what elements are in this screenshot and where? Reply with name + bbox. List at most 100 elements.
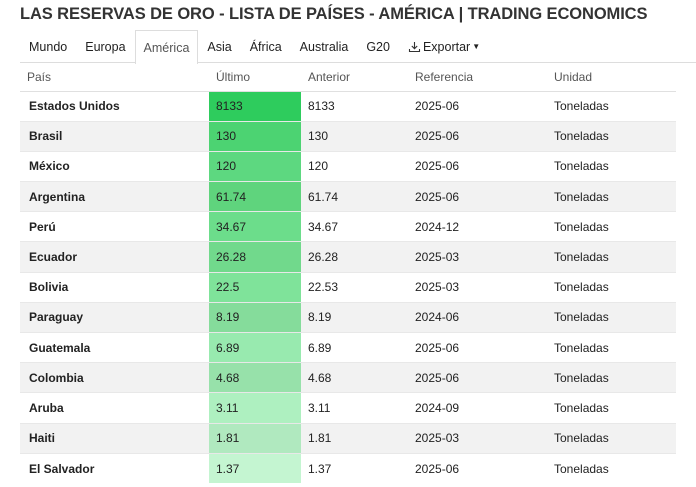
unit-cell: Toneladas	[547, 241, 676, 273]
unit-cell: Toneladas	[547, 271, 676, 303]
last-value-cell: 1.81	[209, 422, 301, 454]
reference-cell: 2025-06	[408, 150, 547, 182]
tab-africa[interactable]: África	[241, 30, 291, 62]
reference-cell: 2024-12	[408, 211, 547, 242]
previous-value-cell: 22.53	[301, 271, 408, 303]
last-value-cell: 4.68	[209, 362, 301, 393]
last-value-cell: 22.5	[209, 271, 301, 303]
last-value-cell: 8.19	[209, 301, 301, 333]
country-cell[interactable]: Bolivia	[20, 271, 209, 303]
country-cell[interactable]: Perú	[20, 211, 209, 242]
download-icon	[408, 41, 421, 52]
unit-cell: Toneladas	[547, 181, 676, 212]
table-row[interactable]: Aruba 3.11 3.11 2024-09 Toneladas	[20, 392, 676, 424]
tab-america[interactable]: América	[134, 30, 199, 64]
table-row[interactable]: Argentina 61.74 61.74 2025-06 Toneladas	[20, 181, 676, 212]
reference-cell: 2025-03	[408, 271, 547, 303]
table-row[interactable]: El Salvador 1.37 1.37 2025-06 Toneladas	[20, 452, 676, 484]
reference-cell: 2024-09	[408, 392, 547, 424]
table-header-row: País Último Anterior Referencia Unidad	[20, 63, 676, 92]
caret-down-icon: ▼	[472, 42, 481, 51]
unit-cell: Toneladas	[547, 211, 676, 242]
tab-label: Europa	[85, 39, 126, 54]
previous-value-cell: 4.68	[301, 362, 408, 393]
previous-value-cell: 1.37	[301, 452, 408, 484]
reference-cell: 2025-03	[408, 422, 547, 454]
region-tabs: Mundo Europa América Asia África Austral…	[20, 30, 696, 64]
unit-cell: Toneladas	[547, 422, 676, 454]
unit-cell: Toneladas	[547, 90, 676, 122]
country-cell[interactable]: Brasil	[20, 120, 209, 152]
tab-label: África	[249, 39, 282, 54]
table-row[interactable]: Ecuador 26.28 26.28 2025-03 Toneladas	[20, 241, 676, 273]
header-previous[interactable]: Anterior	[301, 63, 408, 92]
unit-cell: Toneladas	[547, 392, 676, 424]
table-row[interactable]: Perú 34.67 34.67 2024-12 Toneladas	[20, 211, 676, 242]
tab-label: Australia	[299, 39, 349, 54]
unit-cell: Toneladas	[547, 301, 676, 333]
reserves-table-container: País Último Anterior Referencia Unidad E…	[20, 63, 676, 484]
reference-cell: 2025-06	[408, 362, 547, 393]
country-cell[interactable]: El Salvador	[20, 452, 209, 484]
header-unit[interactable]: Unidad	[547, 63, 676, 92]
table-body: Estados Unidos 8133 8133 2025-06 Toneladas Br…	[20, 90, 676, 484]
country-cell[interactable]: Estados Unidos	[20, 90, 209, 122]
export-label: Exportar	[422, 39, 471, 54]
reference-cell: 2024-06	[408, 301, 547, 333]
table-row[interactable]: Haiti 1.81 1.81 2025-03 Toneladas	[20, 422, 676, 454]
country-cell[interactable]: Haiti	[20, 422, 209, 454]
country-cell[interactable]: Colombia	[20, 362, 209, 393]
table-row[interactable]: Paraguay 8.19 8.19 2024-06 Toneladas	[20, 301, 676, 333]
export-dropdown[interactable]: Exportar ▼	[399, 30, 489, 62]
tab-label: Asia	[207, 39, 232, 54]
previous-value-cell: 130	[301, 120, 408, 152]
country-cell[interactable]: Guatemala	[20, 331, 209, 363]
tab-g20[interactable]: G20	[357, 30, 399, 62]
table-row[interactable]: Brasil 130 130 2025-06 Toneladas	[20, 120, 676, 152]
unit-cell: Toneladas	[547, 452, 676, 484]
header-reference[interactable]: Referencia	[408, 63, 547, 92]
reference-cell: 2025-06	[408, 452, 547, 484]
unit-cell: Toneladas	[547, 150, 676, 182]
reference-cell: 2025-06	[408, 331, 547, 363]
previous-value-cell: 34.67	[301, 211, 408, 242]
previous-value-cell: 8.19	[301, 301, 408, 333]
tab-label: Mundo	[29, 39, 68, 54]
previous-value-cell: 61.74	[301, 181, 408, 212]
table-row[interactable]: Bolivia 22.5 22.53 2025-03 Toneladas	[20, 271, 676, 303]
previous-value-cell: 3.11	[301, 392, 408, 424]
last-value-cell: 120	[209, 150, 301, 182]
unit-cell: Toneladas	[547, 120, 676, 152]
reference-cell: 2025-06	[408, 120, 547, 152]
previous-value-cell: 8133	[301, 90, 408, 122]
header-country[interactable]: País	[20, 63, 209, 92]
reference-cell: 2025-06	[408, 181, 547, 212]
last-value-cell: 3.11	[209, 392, 301, 424]
country-cell[interactable]: Ecuador	[20, 241, 209, 273]
previous-value-cell: 1.81	[301, 422, 408, 454]
country-cell[interactable]: Paraguay	[20, 301, 209, 333]
country-cell[interactable]: Argentina	[20, 181, 209, 212]
tab-mundo[interactable]: Mundo	[20, 30, 76, 62]
last-value-cell: 26.28	[209, 241, 301, 273]
previous-value-cell: 26.28	[301, 241, 408, 273]
table-row[interactable]: Estados Unidos 8133 8133 2025-06 Toneladas	[20, 90, 676, 122]
last-value-cell: 1.37	[209, 452, 301, 484]
tab-asia[interactable]: Asia	[198, 30, 240, 62]
last-value-cell: 34.67	[209, 211, 301, 242]
country-cell[interactable]: México	[20, 150, 209, 182]
reference-cell: 2025-06	[408, 90, 547, 122]
tab-label: América	[143, 40, 190, 55]
reference-cell: 2025-03	[408, 241, 547, 273]
tab-australia[interactable]: Australia	[291, 30, 358, 62]
unit-cell: Toneladas	[547, 331, 676, 363]
tab-label: G20	[366, 39, 390, 54]
table-row[interactable]: Guatemala 6.89 6.89 2025-06 Toneladas	[20, 331, 676, 363]
previous-value-cell: 120	[301, 150, 408, 182]
tab-europa[interactable]: Europa	[76, 30, 134, 62]
header-last[interactable]: Último	[209, 63, 301, 92]
table-row[interactable]: México 120 120 2025-06 Toneladas	[20, 150, 676, 182]
table-row[interactable]: Colombia 4.68 4.68 2025-06 Toneladas	[20, 362, 676, 393]
country-cell[interactable]: Aruba	[20, 392, 209, 424]
unit-cell: Toneladas	[547, 362, 676, 393]
